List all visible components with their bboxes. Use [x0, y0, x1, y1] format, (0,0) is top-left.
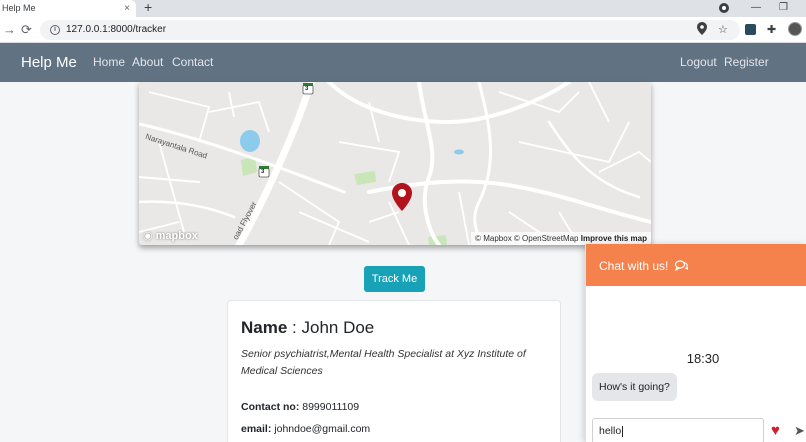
minimize-icon[interactable]: —	[751, 0, 761, 15]
chat-message-bubble: How's it going?	[592, 373, 677, 401]
text-caret	[622, 425, 624, 437]
chat-input-value: hello	[599, 425, 622, 437]
profile-avatar[interactable]	[788, 22, 802, 36]
route-badge-middle: 3	[261, 169, 265, 175]
map-marker-icon[interactable]	[392, 183, 412, 211]
site-info-icon[interactable]: i	[50, 25, 60, 35]
doctor-description: Senior psychiatrist,Mental Health Specia…	[241, 348, 526, 377]
chat-timestamp: 18:30	[686, 351, 720, 366]
browser-toolbar: → ⟳ i 127.0.0.1:8000/tracker ☆ ✚	[0, 17, 806, 43]
nav-link-logout[interactable]: Logout	[680, 43, 717, 82]
restore-icon[interactable]: ❐	[779, 0, 788, 15]
puzzle-extensions-icon[interactable]: ✚	[767, 22, 776, 38]
location-pin-icon[interactable]	[697, 22, 707, 40]
navbar-brand[interactable]: Help Me	[21, 43, 77, 82]
site-navbar: Help Me Home About Contact Logout Regist…	[0, 43, 806, 82]
map-view[interactable]: 3 3 Narayantala Road oad Flyover ◉ mapbo…	[139, 82, 651, 245]
record-icon[interactable]	[719, 3, 729, 13]
nav-link-about[interactable]: About	[132, 43, 163, 82]
browser-tab[interactable]: Help Me ×	[0, 0, 136, 17]
back-arrow-icon[interactable]: →	[3, 21, 16, 39]
heart-icon[interactable]: ♥	[771, 423, 780, 439]
bookmark-star-icon[interactable]: ☆	[718, 22, 728, 38]
email-label: email:	[241, 423, 272, 435]
contact-value: 8999011109	[302, 401, 360, 413]
send-icon[interactable]: ➤	[794, 423, 805, 439]
nav-link-contact[interactable]: Contact	[172, 43, 213, 82]
email-line: email: johndoe@gmail.com	[241, 423, 370, 435]
nav-link-register[interactable]: Register	[724, 43, 769, 82]
url-text[interactable]: 127.0.0.1:8000/tracker	[66, 20, 166, 40]
name-separator: :	[287, 318, 302, 337]
profile-card: Name : John Doe Senior psychiatrist,Ment…	[227, 300, 561, 442]
name-line: Name : John Doe	[241, 318, 374, 338]
attribution-text[interactable]: © Mapbox © OpenStreetMap	[475, 234, 578, 243]
track-me-button[interactable]: Track Me	[364, 266, 425, 292]
name-label: Name	[241, 318, 288, 337]
map-streets	[139, 82, 651, 245]
route-badge-top: 3	[305, 86, 309, 92]
reload-icon[interactable]: ⟳	[21, 21, 32, 39]
address-bar[interactable]: i 127.0.0.1:8000/tracker ☆	[40, 20, 740, 40]
extension-icon[interactable]	[745, 24, 756, 35]
new-tab-icon[interactable]: +	[144, 0, 152, 15]
contact-label: Contact no:	[241, 401, 300, 413]
mapbox-logo-text: mapbox	[155, 230, 198, 242]
browser-tab-bar: Help Me × + — ❐	[0, 0, 806, 17]
chat-header-title: Chat with us!	[599, 259, 669, 273]
chat-widget: Chat with us! 18:30 How's it going? hell…	[585, 244, 806, 442]
nav-link-home[interactable]: Home	[93, 43, 125, 82]
contact-line: Contact no: 8999011109	[241, 401, 359, 413]
chat-bubbles-icon	[674, 245, 688, 289]
chat-message-input[interactable]: hello	[592, 418, 764, 442]
improve-map-link[interactable]: Improve this map	[581, 234, 647, 243]
close-tab-icon[interactable]: ×	[124, 0, 130, 17]
browser-tab-title: Help Me	[2, 3, 36, 13]
mapbox-logo[interactable]: ◉ mapbox	[143, 229, 198, 242]
email-value: johndoe@gmail.com	[274, 423, 371, 435]
chat-header[interactable]: Chat with us!	[586, 244, 806, 286]
doctor-name: John Doe	[301, 318, 375, 337]
